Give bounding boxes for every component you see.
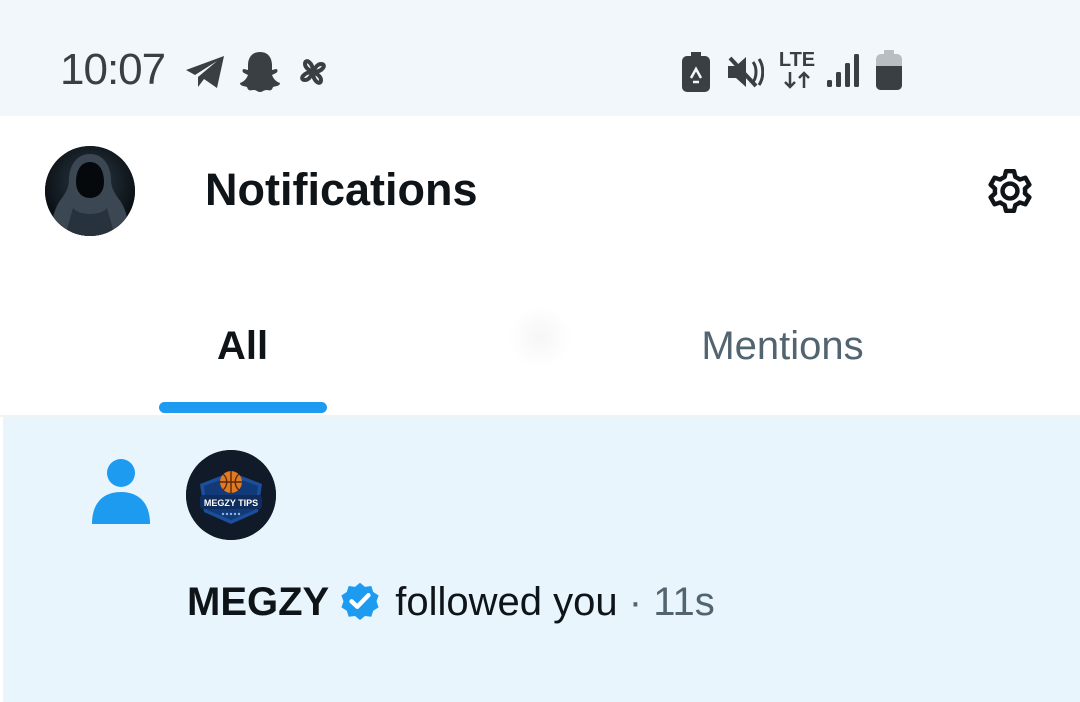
- megzy-tips-logo: MEGZY TIPS: [186, 450, 276, 540]
- telegram-icon: [186, 56, 224, 88]
- hooded-figure-avatar: [45, 146, 135, 236]
- data-arrows-icon: [784, 71, 810, 89]
- tab-mentions[interactable]: Mentions: [640, 316, 925, 376]
- pinwheel-icon: [300, 59, 326, 85]
- snapchat-icon: [240, 52, 280, 92]
- gear-icon: [988, 168, 1032, 214]
- notification-action: followed you: [395, 580, 618, 624]
- tab-selected-indicator: [159, 402, 327, 413]
- battery-saver-icon: [682, 52, 710, 92]
- lte-label: LTE: [778, 49, 816, 71]
- status-time: 10:07: [60, 45, 166, 94]
- separator-dot: ·: [628, 580, 643, 624]
- follower-name[interactable]: MEGZY: [187, 580, 329, 624]
- logo-text: MEGZY TIPS: [204, 498, 258, 508]
- battery-icon: [876, 50, 902, 90]
- status-bar: 10:07 LTE: [0, 0, 1080, 116]
- signal-icon: [827, 54, 859, 87]
- header: [0, 116, 1080, 266]
- settings-button[interactable]: [982, 163, 1038, 219]
- person-icon: [92, 459, 150, 524]
- notification-item[interactable]: [3, 417, 1080, 702]
- notification-time: 11s: [653, 580, 715, 624]
- tab-ripple: [506, 306, 574, 368]
- lte-icon: LTE: [778, 50, 816, 92]
- notification-text: MEGZY followed you · 11s: [187, 574, 715, 630]
- mute-vibrate-icon: [728, 56, 764, 88]
- profile-avatar[interactable]: [45, 146, 135, 236]
- page-title: Notifications: [205, 164, 478, 215]
- verified-badge-icon: [341, 582, 379, 620]
- follower-avatar[interactable]: MEGZY TIPS: [186, 450, 276, 540]
- tab-all[interactable]: All: [100, 316, 385, 376]
